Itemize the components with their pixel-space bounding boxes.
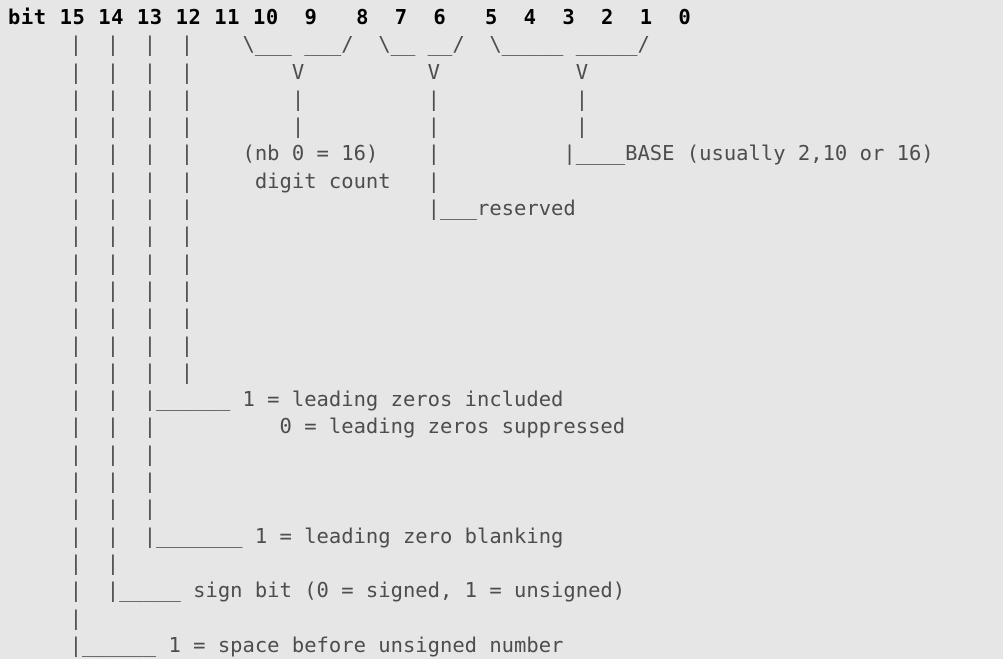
bit-field-diagram: bit 15 14 13 12 11 10 9 8 7 6 5 4 3 2 1 …: [0, 0, 1003, 657]
bit-field-ascii-body: | | | | \___ ___/ \__ __/ \_____ _____/ …: [69, 32, 934, 657]
bit-number-header: bit 15 14 13 12 11 10 9 8 7 6 5 4 3 2 1 …: [8, 5, 692, 29]
